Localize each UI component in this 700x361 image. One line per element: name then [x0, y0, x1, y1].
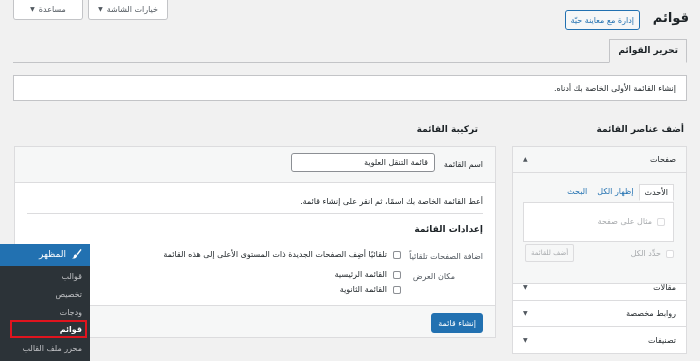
- sidebar-item-customize[interactable]: تخصيص: [55, 290, 82, 299]
- location-primary[interactable]: القائمة الرئيسية: [335, 270, 401, 279]
- page-item[interactable]: مثال على صفحة: [598, 217, 665, 226]
- menu-name-input[interactable]: قائمة التنقل العلوية: [291, 153, 435, 172]
- menu-name-label: اسم القائمة: [443, 160, 483, 169]
- notice: إنشاء القائمة الأولى الخاصة بك أدناه.: [13, 75, 687, 101]
- accordion-pages[interactable]: صفحات ▲: [513, 147, 686, 173]
- auto-add-label: اضافة الصفحات تلقائياً: [409, 252, 483, 261]
- location-primary-label: القائمة الرئيسية: [334, 270, 387, 279]
- subtab-most-recent[interactable]: الأحدث: [638, 184, 674, 201]
- manage-live-preview-button[interactable]: إدارة مع معاينة حيّة: [564, 10, 640, 30]
- screen-options-label: خيارات الشاشة: [106, 5, 158, 14]
- screen-options-button[interactable]: خيارات الشاشة ▼: [88, 0, 168, 20]
- pages-list: مثال على صفحة: [523, 202, 674, 242]
- divider: [27, 213, 483, 214]
- menu-name-row: اسم القائمة قائمة التنقل العلوية: [15, 147, 495, 183]
- display-location-label: مكان العرض: [412, 272, 455, 281]
- menu-settings-title: إعدادات القائمة: [414, 225, 483, 235]
- tab-edit-menus[interactable]: تحرير القوائم: [609, 39, 687, 63]
- location-secondary[interactable]: القائمة الثانوية: [340, 285, 401, 294]
- add-menu-items-panel: صفحات ▲ الأحدث إظهار الكل البحث مثال على…: [512, 146, 687, 354]
- admin-sidebar-appearance: المظهر قوالب تخصيص ودجات قوائم محرر ملف …: [0, 244, 90, 361]
- page-checkbox[interactable]: [657, 217, 665, 226]
- location-secondary-label: القائمة الثانوية: [339, 285, 387, 294]
- current-item-highlight: [10, 320, 87, 338]
- accordion-posts-label: مقالات: [653, 283, 676, 292]
- auto-add-option-label: تلقائيًا أضِف الصفحات الجديدة ذات المستو…: [163, 250, 387, 259]
- tabs-divider: [13, 62, 687, 63]
- add-menu-items-heading: أضف عناصر القائمة: [596, 125, 684, 135]
- sidebar-item-themes[interactable]: قوالب: [62, 272, 82, 281]
- notice-text: إنشاء القائمة الأولى الخاصة بك أدناه.: [553, 83, 676, 93]
- sidebar-item-theme-editor[interactable]: محرر ملف القالب: [23, 344, 82, 353]
- auto-add-option[interactable]: تلقائيًا أضِف الصفحات الجديدة ذات المستو…: [163, 250, 401, 259]
- sidebar-item-widgets[interactable]: ودجات: [60, 308, 82, 317]
- caret-down-icon: ▼: [98, 6, 103, 13]
- help-label: مساعدة: [38, 5, 66, 14]
- pages-body: الأحدث إظهار الكل البحث مثال على صفحة حد…: [513, 173, 686, 284]
- location-primary-checkbox[interactable]: [393, 270, 401, 279]
- page-title: قوائم: [652, 11, 689, 26]
- subtab-view-all[interactable]: إظهار الكل: [592, 184, 638, 201]
- brush-icon: [71, 248, 82, 262]
- accordion-pages-label: صفحات: [650, 155, 676, 164]
- auto-add-checkbox[interactable]: [393, 250, 401, 259]
- caret-down-icon: ▼: [523, 310, 528, 317]
- create-menu-button[interactable]: إنشاء قائمة: [431, 313, 483, 333]
- add-to-menu-button[interactable]: أضف للقائمة: [525, 244, 575, 262]
- select-all-checkbox[interactable]: [666, 249, 674, 258]
- caret-down-icon: ▼: [523, 284, 528, 291]
- accordion-custom-links-label: روابط مخصصة: [626, 309, 676, 318]
- accordion-posts[interactable]: مقالات ▼: [513, 275, 686, 301]
- sidebar-appearance-label: المظهر: [39, 250, 66, 260]
- menu-structure-heading: تركيبة القائمة: [416, 125, 478, 135]
- sidebar-item-appearance[interactable]: المظهر: [0, 244, 90, 266]
- accordion-categories-label: تصنيفات: [647, 335, 676, 345]
- select-all[interactable]: حدِّد الكل: [631, 249, 674, 258]
- page-item-label: مثال على صفحة: [597, 217, 652, 226]
- help-button[interactable]: مساعدة ▼: [13, 0, 83, 20]
- location-secondary-checkbox[interactable]: [393, 285, 401, 294]
- subtab-search[interactable]: البحث: [562, 184, 592, 201]
- pages-subtabs: الأحدث إظهار الكل البحث: [562, 184, 674, 201]
- caret-up-icon: ▲: [523, 156, 528, 163]
- accordion-categories[interactable]: تصنيفات ▼: [513, 327, 686, 353]
- caret-down-icon: ▼: [30, 6, 35, 13]
- caret-down-icon: ▼: [523, 336, 528, 344]
- accordion-custom-links[interactable]: روابط مخصصة ▼: [513, 301, 686, 327]
- select-all-label: حدِّد الكل: [630, 249, 661, 258]
- menu-instructions: أعط القائمة الخاصة بك اسمًا، ثم انقر على…: [300, 197, 483, 206]
